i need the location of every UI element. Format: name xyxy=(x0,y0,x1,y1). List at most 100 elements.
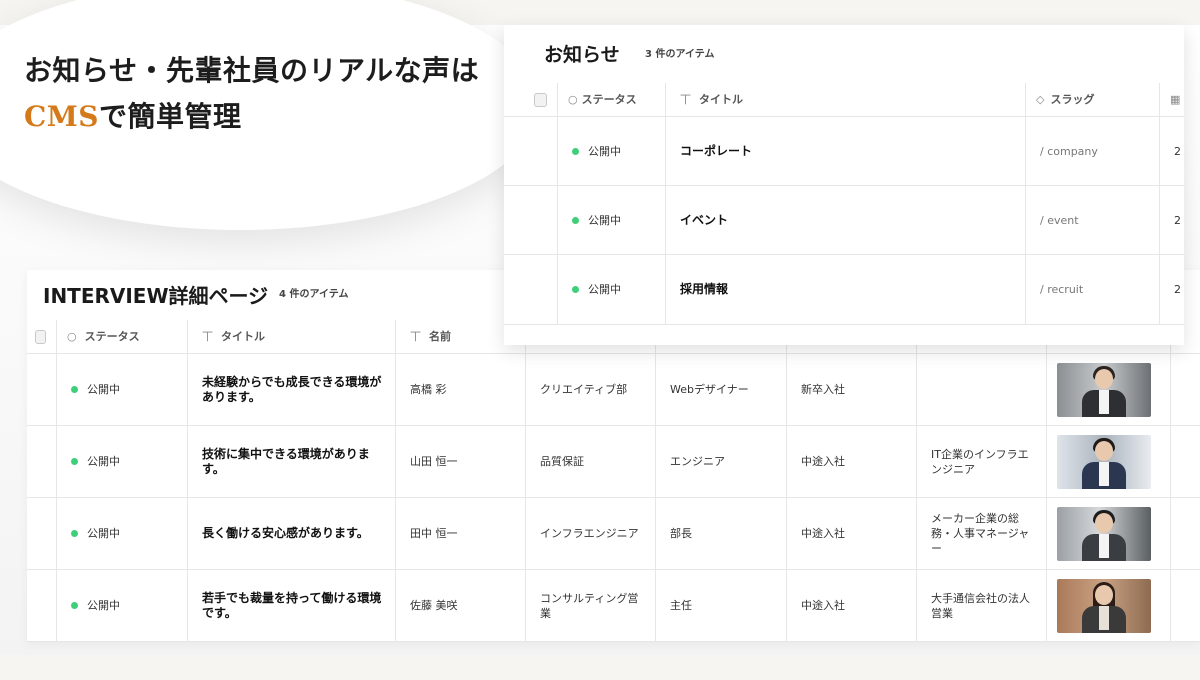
calendar-icon: ▦ xyxy=(1170,93,1181,106)
employee-photo[interactable] xyxy=(1057,578,1151,633)
status-dot-icon xyxy=(572,147,579,155)
text-type-icon: 丅 xyxy=(202,330,213,343)
table-row[interactable]: 公開中 採用情報 / recruit 2 xyxy=(504,255,1184,325)
title-cell: 採用情報 xyxy=(666,255,1026,324)
status-text: 公開中 xyxy=(87,455,120,468)
news-count: 3 件のアイテム xyxy=(645,49,715,60)
row-select-cell[interactable] xyxy=(504,186,558,254)
column-header-title[interactable]: 丅タイトル xyxy=(188,320,396,353)
news-header-row: ○ ステータス 丅タイトル ◇ スラッグ ▦ xyxy=(504,83,1184,117)
column-title-label: タイトル xyxy=(221,330,265,343)
status-text: 公開中 xyxy=(588,213,621,227)
column-header-status[interactable]: ○ ステータス xyxy=(558,83,666,116)
career-cell xyxy=(917,354,1047,425)
dept-cell: クリエイティブ部 xyxy=(526,354,656,425)
date-cell: 2 xyxy=(1174,213,1181,227)
table-row[interactable]: 公開中 イベント / event 2 xyxy=(504,186,1184,255)
status-cell: 公開中 xyxy=(558,117,666,185)
column-title-label: タイトル xyxy=(699,93,743,106)
employee-photo[interactable] xyxy=(1057,434,1151,489)
status-cell: 公開中 xyxy=(57,570,188,641)
join-cell: 中途入社 xyxy=(787,498,917,569)
row-select-cell[interactable] xyxy=(27,570,57,641)
title-cell: 若手でも裁量を持って働ける環境です。 xyxy=(188,570,396,641)
table-row[interactable]: 公開中 コーポレート / company 2 xyxy=(504,117,1184,186)
interview-count: 4 件のアイテム xyxy=(279,289,349,300)
status-cell: 公開中 xyxy=(558,255,666,324)
slug-cell: / company xyxy=(1026,117,1160,185)
table-row[interactable]: 公開中 若手でも裁量を持って働ける環境です。 佐藤 美咲 コンサルティング営業 … xyxy=(27,570,1200,642)
headline-line-2-rest: で簡単管理 xyxy=(99,100,242,133)
status-circle-icon: ○ xyxy=(568,93,578,106)
status-dot-icon xyxy=(572,216,579,224)
select-all-checkbox[interactable] xyxy=(534,92,547,107)
career-cell: メーカー企業の総務・人事マネージャー xyxy=(917,498,1047,569)
career-cell: IT企業のインフラエンジニア xyxy=(917,426,1047,497)
row-select-cell[interactable] xyxy=(27,498,57,569)
photo-cell xyxy=(1047,354,1171,425)
news-panel: お知らせ 3 件のアイテム ○ ステータス 丅タイトル ◇ スラッグ ▦ 公開中 コ… xyxy=(504,25,1184,345)
name-cell: 田中 恒一 xyxy=(396,498,526,569)
headline-accent: CMS xyxy=(24,100,99,133)
table-row[interactable]: 公開中 未経験からでも成長できる環境があります。 高橋 彩 クリエイティブ部 W… xyxy=(27,354,1200,426)
photo-cell xyxy=(1047,570,1171,641)
row-select-cell[interactable] xyxy=(27,426,57,497)
status-text: 公開中 xyxy=(87,383,120,396)
column-slug-label: スラッグ xyxy=(1050,93,1095,106)
text-type-icon: 丅 xyxy=(680,93,691,106)
join-cell: 中途入社 xyxy=(787,570,917,641)
headline-line-1: お知らせ・先輩社員のリアルな声は xyxy=(24,54,480,87)
photo-cell xyxy=(1047,426,1171,497)
role-cell: エンジニア xyxy=(656,426,787,497)
column-header-title[interactable]: 丅タイトル xyxy=(666,83,1026,116)
column-status-label: ステータス xyxy=(84,330,140,343)
title-cell: 未経験からでも成長できる環境があります。 xyxy=(188,354,396,425)
role-cell: Webデザイナー xyxy=(656,354,787,425)
interview-title: INTERVIEW詳細ページ xyxy=(43,284,269,308)
select-all-cell xyxy=(27,320,57,353)
headline: お知らせ・先輩社員のリアルな声は CMSで簡単管理 xyxy=(24,48,479,140)
column-header-date[interactable]: ▦ xyxy=(1160,83,1184,116)
join-cell: 新卒入社 xyxy=(787,354,917,425)
name-cell: 山田 恒一 xyxy=(396,426,526,497)
join-cell: 中途入社 xyxy=(787,426,917,497)
status-dot-icon xyxy=(71,530,78,537)
status-text: 公開中 xyxy=(588,283,621,296)
row-select-cell[interactable] xyxy=(504,255,558,324)
status-dot-icon xyxy=(71,386,78,393)
status-text: 公開中 xyxy=(588,144,621,158)
title-cell: 技術に集中できる環境がありま す。 xyxy=(188,426,396,497)
role-cell: 部長 xyxy=(656,498,787,569)
status-cell: 公開中 xyxy=(558,186,666,254)
status-dot-icon xyxy=(572,286,579,293)
table-row[interactable]: 公開中 長く働ける安心感があります。 田中 恒一 インフラエンジニア 部長 中途… xyxy=(27,498,1200,570)
tag-icon: ◇ xyxy=(1036,93,1045,106)
status-text: 公開中 xyxy=(87,599,120,612)
status-cell: 公開中 xyxy=(57,354,188,425)
date-cell: 2 xyxy=(1174,283,1181,296)
slug-cell: / recruit xyxy=(1026,255,1160,324)
dept-cell: コンサルティング営業 xyxy=(526,570,656,641)
status-cell: 公開中 xyxy=(57,426,188,497)
role-cell: 主任 xyxy=(656,570,787,641)
career-cell: 大手通信会社の法人営業 xyxy=(917,570,1047,641)
name-cell: 佐藤 美咲 xyxy=(396,570,526,641)
dept-cell: インフラエンジニア xyxy=(526,498,656,569)
title-cell: イベント xyxy=(666,186,1026,254)
column-status-label: ステータス xyxy=(581,93,637,106)
table-row[interactable]: 公開中 技術に集中できる環境がありま す。 山田 恒一 品質保証 エンジニア 中… xyxy=(27,426,1200,498)
row-select-cell[interactable] xyxy=(27,354,57,425)
headline-line-2: CMSで簡単管理 xyxy=(24,94,479,140)
employee-photo[interactable] xyxy=(1057,506,1151,561)
select-all-checkbox[interactable] xyxy=(35,329,46,344)
column-name-label: 名前 xyxy=(429,330,451,343)
status-circle-icon: ○ xyxy=(67,330,77,343)
employee-photo[interactable] xyxy=(1057,362,1151,417)
row-select-cell[interactable] xyxy=(504,117,558,185)
name-cell: 高橋 彩 xyxy=(396,354,526,425)
column-header-slug[interactable]: ◇ スラッグ xyxy=(1026,83,1160,116)
status-dot-icon xyxy=(71,458,78,465)
status-dot-icon xyxy=(71,602,78,609)
slug-cell: / event xyxy=(1026,186,1160,254)
column-header-status[interactable]: ○ ステータス xyxy=(57,320,188,353)
